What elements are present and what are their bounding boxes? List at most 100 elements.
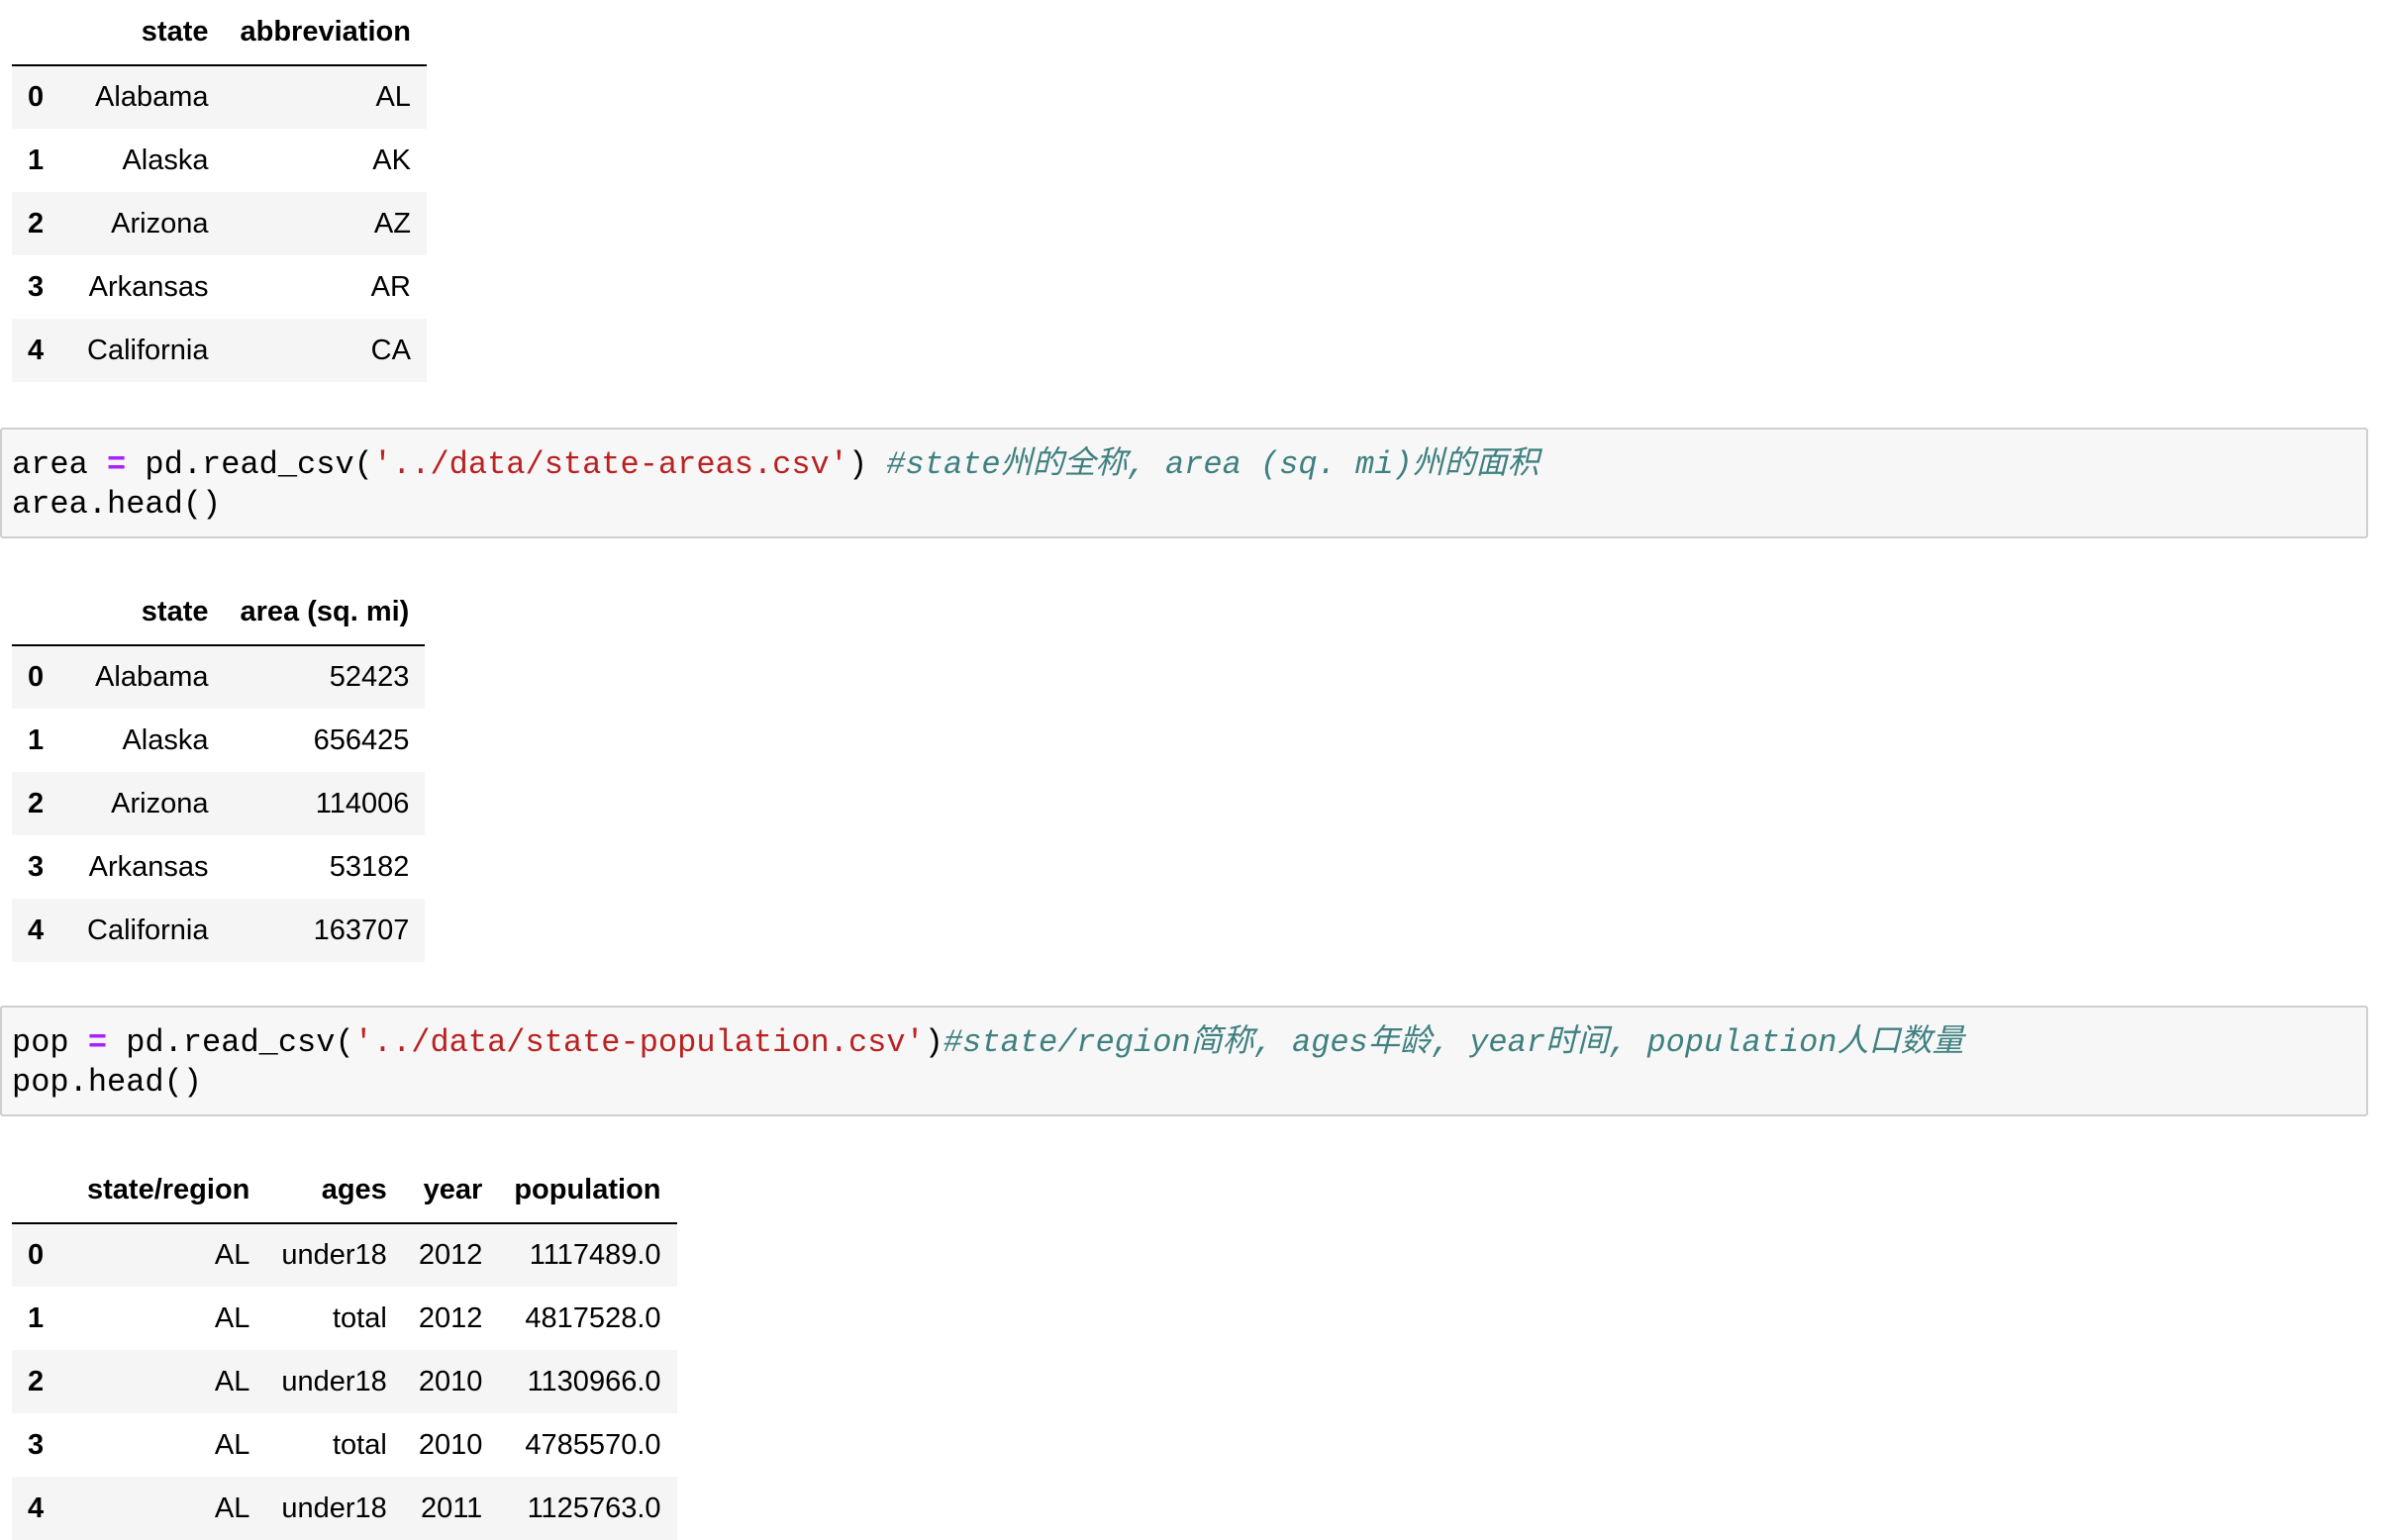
notebook-page: state abbreviation 0 Alabama AL 1 Alaska… [0, 0, 2384, 1540]
cell-state: Alabama [95, 81, 209, 113]
cell-abbreviation: AR [370, 270, 411, 303]
code-string: '../data/state-population.csv' [353, 1024, 925, 1061]
index-header [12, 0, 71, 66]
cell-state: California [87, 914, 209, 946]
cell-state: Alaska [122, 144, 209, 176]
code-paren: ) [847, 446, 868, 483]
cell-year: 2012 [418, 1301, 483, 1334]
column-header-ages: ages [265, 1158, 403, 1224]
table-row: 3 AL total 2010 4785570.0 [12, 1413, 677, 1477]
column-header-abbreviation: abbreviation [224, 0, 427, 66]
cell-population: 4785570.0 [525, 1428, 661, 1461]
code-cell-pop[interactable]: pop = pd.read_csv('../data/state-populat… [0, 1006, 2368, 1116]
cell-state: Arizona [111, 207, 209, 240]
cell-abbreviation: AZ [373, 207, 411, 240]
cell-ages: under18 [281, 1365, 387, 1397]
cell-population: 1117489.0 [529, 1239, 661, 1271]
code-cell-area[interactable]: area = pd.read_csv('../data/state-areas.… [0, 428, 2368, 538]
cell-abbreviation: CA [370, 334, 411, 366]
cell-state-region: AL [214, 1492, 250, 1524]
table-row: 0 Alabama 52423 [12, 645, 426, 709]
index-header [12, 1158, 71, 1224]
cell-state: California [87, 334, 209, 366]
table-row: 2 Arizona 114006 [12, 772, 426, 835]
population-output-table: state/region ages year population 0 AL u… [12, 1158, 677, 1540]
table-header-row: state/region ages year population [12, 1158, 677, 1224]
code-operator: = [87, 1024, 108, 1061]
table-row: 4 California 163707 [12, 899, 426, 962]
row-index: 3 [28, 850, 45, 883]
table-row: 0 Alabama AL [12, 65, 427, 129]
code-variable: area [12, 446, 88, 483]
cell-area: 52423 [329, 661, 410, 693]
cell-state: Arkansas [88, 850, 209, 883]
cell-state-region: AL [214, 1301, 250, 1334]
row-index: 1 [28, 144, 45, 176]
cell-area: 114006 [315, 787, 410, 819]
row-index: 1 [28, 1301, 45, 1334]
cell-state-region: AL [214, 1365, 250, 1397]
code-line-2: area.head() [12, 486, 222, 523]
cell-ages: under18 [281, 1492, 387, 1524]
cell-area: 53182 [329, 850, 410, 883]
code-call: pd.read_csv( [126, 1024, 354, 1061]
row-index: 0 [28, 1239, 45, 1271]
code-variable: pop [12, 1024, 69, 1061]
column-header-population: population [498, 1158, 677, 1224]
row-index: 4 [28, 914, 45, 946]
table-row: 3 Arkansas 53182 [12, 835, 426, 899]
areas-output-table: state area (sq. mi) 0 Alabama 52423 1 Al… [12, 580, 426, 962]
cell-area: 656425 [313, 723, 410, 756]
row-index: 0 [28, 81, 45, 113]
column-header-state-region: state/region [71, 1158, 266, 1224]
row-index: 4 [28, 334, 45, 366]
cell-state-region: AL [214, 1428, 250, 1461]
index-header [12, 580, 71, 646]
cell-population: 1130966.0 [527, 1365, 661, 1397]
row-index: 3 [28, 270, 45, 303]
cell-year: 2012 [418, 1239, 483, 1271]
cell-state: Arizona [111, 787, 209, 819]
cell-state-region: AL [214, 1239, 250, 1271]
cell-abbreviation: AK [372, 144, 411, 176]
table-header-row: state abbreviation [12, 0, 427, 66]
row-index: 2 [28, 787, 45, 819]
abbreviations-output-table: state abbreviation 0 Alabama AL 1 Alaska… [12, 0, 427, 382]
row-index: 2 [28, 1365, 45, 1397]
column-header-state: state [71, 0, 225, 66]
column-header-state: state [71, 580, 225, 646]
table-row: 4 California CA [12, 319, 427, 382]
code-comment: #state/region简称, ages年龄, year时间, populat… [943, 1024, 1964, 1061]
cell-state: Arkansas [88, 270, 209, 303]
table-row: 2 AL under18 2010 1130966.0 [12, 1350, 677, 1413]
cell-ages: total [332, 1301, 387, 1334]
table-row: 0 AL under18 2012 1117489.0 [12, 1223, 677, 1287]
row-index: 3 [28, 1428, 45, 1461]
code-line-2: pop.head() [12, 1064, 203, 1101]
table-row: 2 Arizona AZ [12, 192, 427, 255]
cell-year: 2010 [418, 1428, 483, 1461]
cell-population: 4817528.0 [525, 1301, 661, 1334]
table-row: 4 AL under18 2011 1125763.0 [12, 1477, 677, 1540]
code-line-1: pop = pd.read_csv('../data/state-populat… [12, 1023, 1963, 1063]
row-index: 1 [28, 723, 45, 756]
table-row: 1 Alaska 656425 [12, 709, 426, 772]
cell-year: 2011 [420, 1492, 483, 1524]
cell-ages: under18 [281, 1239, 387, 1271]
row-index: 2 [28, 207, 45, 240]
code-string: '../data/state-areas.csv' [372, 446, 848, 483]
cell-area: 163707 [313, 914, 410, 946]
code-paren: ) [924, 1024, 944, 1061]
table-header-row: state area (sq. mi) [12, 580, 426, 646]
table-row: 3 Arkansas AR [12, 255, 427, 319]
column-header-area: area (sq. mi) [224, 580, 426, 646]
cell-year: 2010 [418, 1365, 483, 1397]
code-operator: = [107, 446, 127, 483]
table-row: 1 Alaska AK [12, 129, 427, 192]
cell-state: Alabama [95, 661, 209, 693]
code-call: pd.read_csv( [145, 446, 373, 483]
table-row: 1 AL total 2012 4817528.0 [12, 1287, 677, 1350]
cell-population: 1125763.0 [527, 1492, 661, 1524]
row-index: 4 [28, 1492, 45, 1524]
cell-abbreviation: AL [375, 81, 411, 113]
